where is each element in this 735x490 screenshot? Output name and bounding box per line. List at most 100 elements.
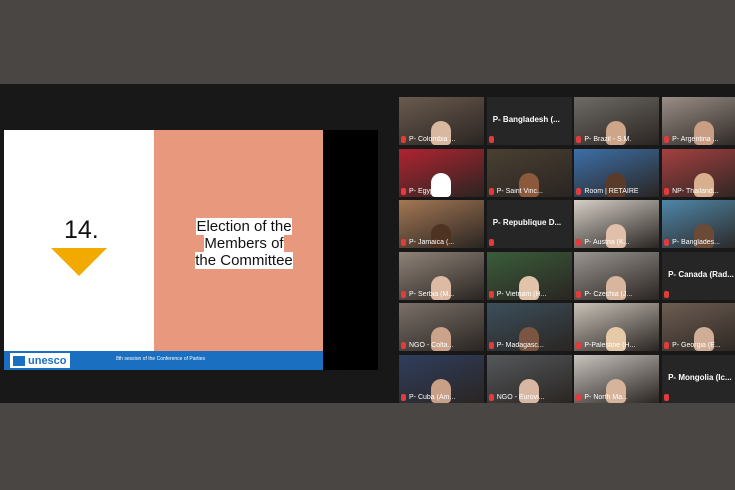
muted-mic-icon [488, 136, 494, 143]
muted-mic-icon [576, 136, 582, 143]
muted-mic-icon [664, 239, 670, 247]
participant-label: P- Jamaica (... [401, 239, 482, 247]
muted-mic-icon [664, 136, 670, 143]
muted-mic-icon [664, 394, 670, 401]
participant-tile[interactable]: NP- Thailand... [662, 148, 735, 197]
participant-tile[interactable]: P- Czechia (J... [574, 251, 660, 300]
muted-mic-icon [488, 342, 494, 350]
participant-label: P- Georgia (E... [664, 342, 735, 350]
slide-side-margin [323, 130, 378, 370]
temple-icon [13, 355, 25, 366]
muted-mic-icon [664, 187, 670, 195]
muted-mic-icon [488, 239, 494, 247]
participant-tile[interactable]: P- Banglades... [662, 200, 735, 249]
participant-name: P- Republique D... [492, 218, 562, 228]
participant-name: P-Palestine (H... [584, 342, 636, 350]
participant-name: P- Cuba (Am... [409, 394, 456, 401]
participant-tile[interactable]: P- Brazil - S.M. [574, 97, 660, 145]
unesco-logo: unesco [10, 353, 70, 368]
participant-name: P- Canada (Rad... [668, 269, 734, 279]
participant-label: NP- Thailand... [664, 187, 735, 195]
participant-gallery: P- Colombia ... P- Bangladesh (... P- Braz… [399, 97, 735, 403]
slide-number: 14. [64, 216, 99, 244]
participant-label [488, 136, 570, 143]
muted-mic-icon [488, 187, 494, 195]
participant-name: P- Czechia (J... [584, 290, 633, 298]
slide-title-line: the Committee [195, 252, 293, 269]
participant-label: P- Egypt (A... [401, 187, 482, 195]
slide-footer: unesco 8th session of the Conference of … [4, 351, 323, 370]
muted-mic-icon [401, 394, 406, 401]
participant-name: P- Austria (K... [584, 239, 630, 247]
participant-name: P- Argentina ... [672, 136, 719, 143]
participant-tile[interactable]: NGO - Eurovi... [486, 355, 572, 403]
participant-tile[interactable]: P- Saint Vinc... [486, 148, 572, 197]
participant-tile[interactable]: P- Serbia (M... [399, 251, 484, 300]
muted-mic-icon [576, 290, 582, 298]
down-arrow-icon [51, 248, 107, 276]
participant-tile[interactable]: P- Cuba (Am... [399, 355, 484, 403]
participant-tile[interactable]: P- Madagasc... [486, 303, 572, 352]
participant-tile[interactable]: P- Egypt (A... [399, 148, 484, 197]
participant-label: Room | RETAIRE [576, 187, 657, 195]
participant-name: P- Serbia (M... [409, 290, 455, 298]
participant-label: P- North Ma... [576, 394, 657, 401]
participant-tile[interactable]: Room | RETAIRE [574, 148, 660, 197]
participant-label: P- Colombia ... [401, 136, 482, 143]
participant-label: P- Czechia (J... [576, 290, 657, 298]
participant-name: P- Georgia (E... [672, 342, 721, 350]
participant-label: P- Cuba (Am... [401, 394, 482, 401]
participant-label [488, 239, 570, 247]
participant-name: P- Saint Vinc... [496, 187, 543, 195]
bottom-background [0, 403, 735, 490]
participant-label: NGO - Colta... [401, 342, 482, 350]
participant-label: P- Banglades... [664, 239, 735, 247]
slide-title-line: Election of the [196, 218, 292, 235]
participant-tile[interactable]: P- Republique D... [486, 200, 572, 249]
participant-tile[interactable]: P-Palestine (H... [574, 303, 660, 352]
participant-name: P- Banglades... [672, 239, 720, 247]
participant-tile[interactable]: P- Mongolia (Ic... [662, 355, 735, 403]
muted-mic-icon [576, 342, 582, 350]
muted-mic-icon [664, 290, 670, 298]
participant-name: P- Bangladesh (... [492, 115, 560, 124]
muted-mic-icon [576, 239, 582, 247]
participant-label [664, 290, 735, 298]
participant-tile[interactable]: P- Vietnam (H... [486, 251, 572, 300]
participant-label: P- Vietnam (H... [488, 290, 570, 298]
slide-title-line: Members of [204, 235, 284, 252]
participant-tile[interactable]: P- Canada (Rad... [662, 251, 735, 300]
participant-name: NGO - Colta... [409, 342, 454, 350]
participant-name: P- North Ma... [584, 394, 628, 401]
participant-tile[interactable]: P- Georgia (E... [662, 303, 735, 352]
participant-name: P- Brazil - S.M. [584, 136, 632, 143]
muted-mic-icon [488, 290, 494, 298]
muted-mic-icon [664, 342, 670, 350]
shared-screen-slide: 14. Election of the Members of the Commi… [4, 130, 323, 370]
muted-mic-icon [401, 187, 406, 195]
participant-name: P- Jamaica (... [409, 239, 455, 247]
participant-tile[interactable]: NGO - Colta... [399, 303, 484, 352]
muted-mic-icon [401, 136, 406, 143]
participant-name: P- Vietnam (H... [496, 290, 547, 298]
muted-mic-icon [401, 239, 406, 247]
participant-tile[interactable]: P- Argentina ... [662, 97, 735, 145]
muted-mic-icon [576, 394, 582, 401]
participant-tile[interactable]: P- Colombia ... [399, 97, 484, 145]
participant-label: P-Palestine (H... [576, 342, 657, 350]
participant-name: NP- Thailand... [672, 187, 719, 195]
participant-name: P- Egypt (A... [409, 187, 451, 195]
participant-tile[interactable]: P- North Ma... [574, 355, 660, 403]
muted-mic-icon [576, 187, 582, 195]
participant-name: P- Madagasc... [496, 342, 544, 350]
participant-tile[interactable]: P- Jamaica (... [399, 200, 484, 249]
muted-mic-icon [488, 394, 494, 401]
participant-tile[interactable]: P- Bangladesh (... [486, 97, 572, 145]
participant-tile[interactable]: P- Austria (K... [574, 200, 660, 249]
participant-name: P- Mongolia (Ic... [668, 373, 732, 382]
session-text: 8th session of the Conference of Parties [116, 356, 205, 362]
participant-name: NGO - Eurovi... [496, 394, 545, 401]
participant-label: P- Austria (K... [576, 239, 657, 247]
slide-title: Election of the Members of the Committee [180, 218, 308, 269]
participant-label: P- Saint Vinc... [488, 187, 570, 195]
